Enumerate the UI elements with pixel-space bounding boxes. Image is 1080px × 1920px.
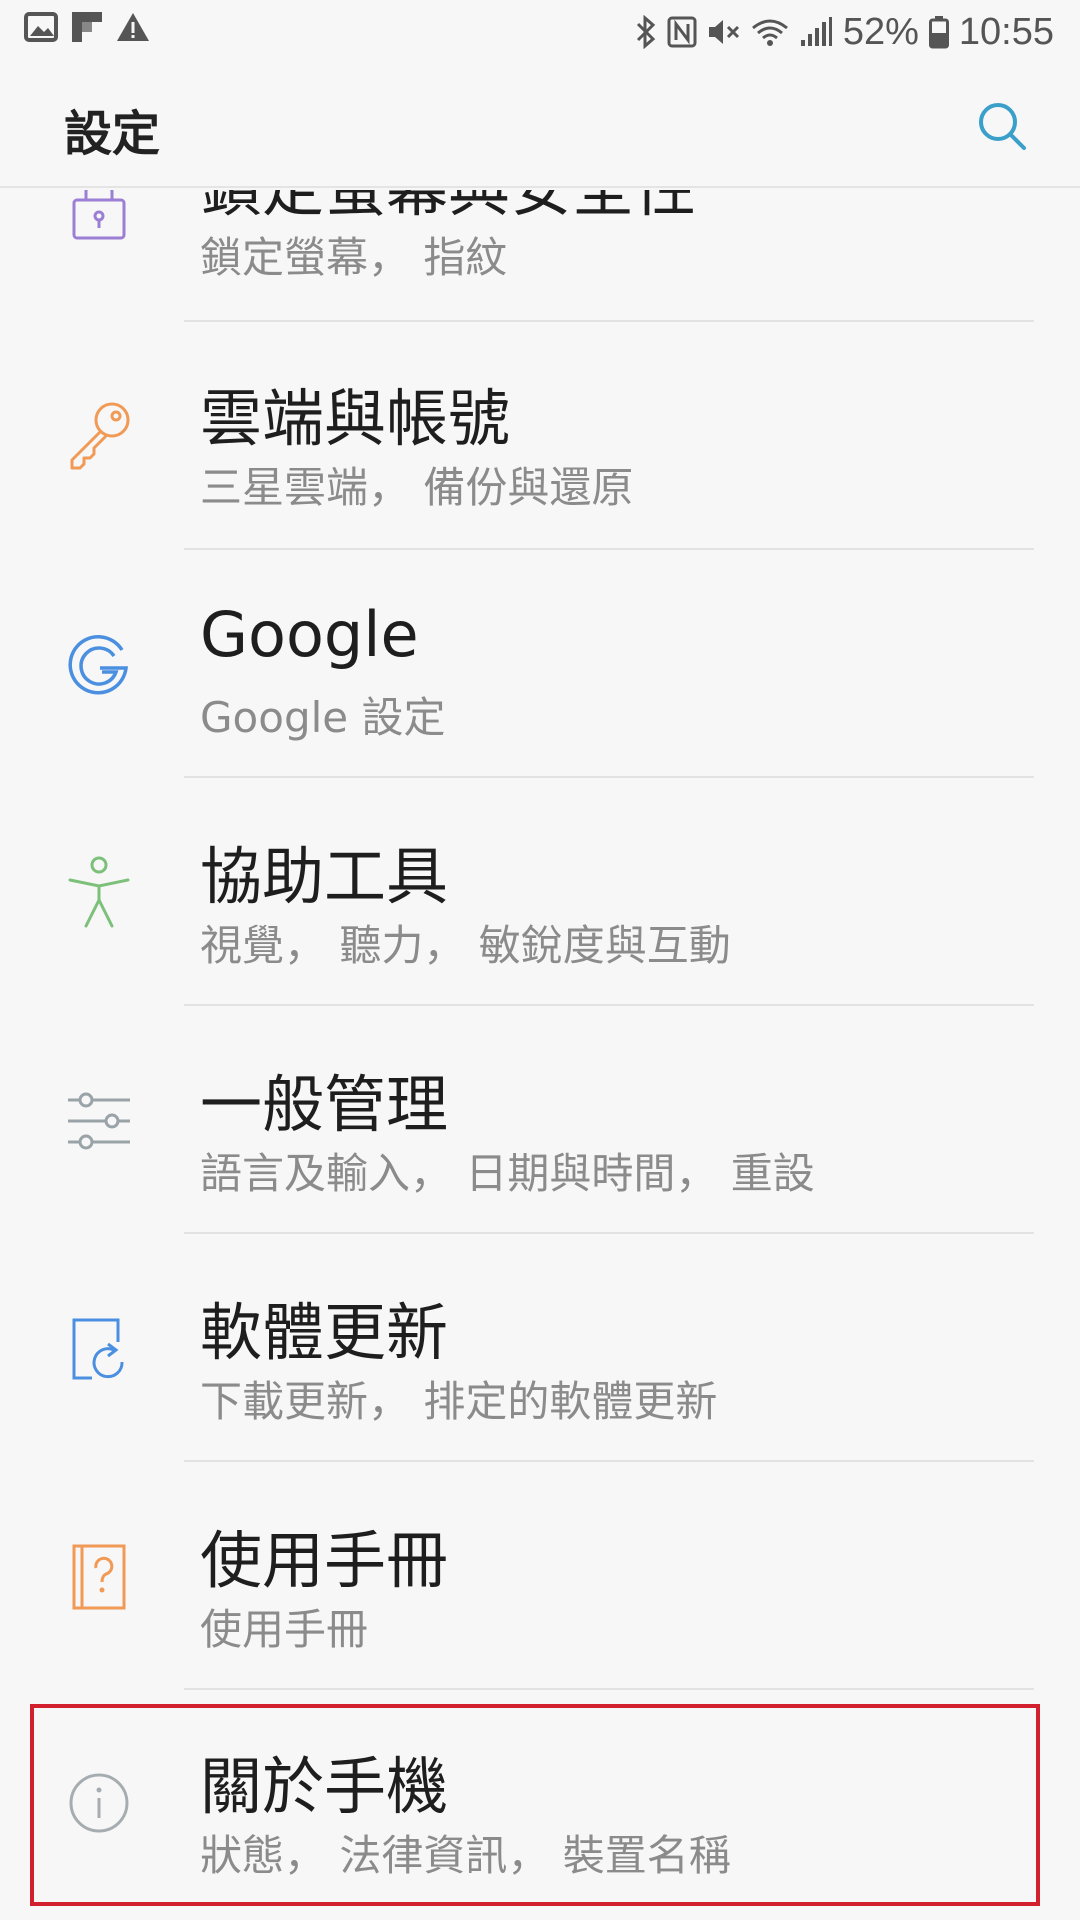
status-bar: 52% 10:55 xyxy=(0,0,1080,64)
google-icon xyxy=(62,628,136,702)
battery-icon xyxy=(928,15,949,49)
item-title: 關於手機 xyxy=(200,1750,449,1823)
item-subtitle: 語言及輸入， 日期與時間， 重設 xyxy=(200,1149,815,1198)
item-subtitle: 下載更新， 排定的軟體更新 xyxy=(200,1377,718,1426)
list-item-accessibility[interactable]: 協助工具 視覺， 聽力， 敏銳度與互動 xyxy=(0,778,1080,1006)
item-subtitle: 使用手冊 xyxy=(200,1605,369,1654)
item-title: 軟體更新 xyxy=(200,1296,449,1369)
manual-icon xyxy=(62,1540,136,1614)
sliders-icon xyxy=(62,1084,136,1158)
item-subtitle: 三星雲端， 備份與還原 xyxy=(200,463,634,512)
item-title: Google xyxy=(200,598,419,671)
list-item-google[interactable]: Google Google 設定 xyxy=(0,550,1080,778)
clock: 10:55 xyxy=(958,10,1054,53)
item-subtitle: 鎖定螢幕， 指紋 xyxy=(200,233,508,282)
app-header: 設定 xyxy=(0,64,1080,188)
item-subtitle: 狀態， 法律資訊， 裝置名稱 xyxy=(200,1831,731,1880)
item-title: 雲端與帳號 xyxy=(200,382,511,455)
settings-list: 鎖定螢幕與安全性 鎖定螢幕， 指紋 雲端與帳號 三星雲端， 備份與還原 Goog… xyxy=(0,190,1080,1920)
item-title: 使用手冊 xyxy=(200,1524,449,1597)
item-subtitle: 視覺， 聽力， 敏銳度與互動 xyxy=(200,921,731,970)
lock-icon xyxy=(62,190,136,240)
item-subtitle: Google 設定 xyxy=(200,693,446,742)
wifi-icon xyxy=(751,16,789,48)
search-button[interactable] xyxy=(972,94,1036,158)
page-title: 設定 xyxy=(64,106,161,162)
bluetooth-icon xyxy=(635,15,657,49)
info-icon xyxy=(62,1766,136,1840)
accessibility-icon xyxy=(62,856,136,930)
list-item-lock-screen[interactable]: 鎖定螢幕與安全性 鎖定螢幕， 指紋 xyxy=(0,190,1080,322)
item-title: 鎖定螢幕與安全性 xyxy=(200,190,696,228)
search-icon xyxy=(972,103,1036,162)
flipboard-icon xyxy=(72,12,102,42)
item-title: 一般管理 xyxy=(200,1068,449,1141)
list-item-cloud-accounts[interactable]: 雲端與帳號 三星雲端， 備份與還原 xyxy=(0,322,1080,550)
image-icon xyxy=(24,12,58,42)
signal-icon xyxy=(799,16,833,48)
list-item-about-phone[interactable]: 關於手機 狀態， 法律資訊， 裝置名稱 xyxy=(0,1690,1080,1918)
key-icon xyxy=(62,396,136,470)
update-icon xyxy=(62,1312,136,1386)
list-item-user-manual[interactable]: 使用手冊 使用手冊 xyxy=(0,1462,1080,1690)
list-item-software-update[interactable]: 軟體更新 下載更新， 排定的軟體更新 xyxy=(0,1234,1080,1462)
list-item-general-management[interactable]: 一般管理 語言及輸入， 日期與時間， 重設 xyxy=(0,1006,1080,1234)
item-title: 協助工具 xyxy=(200,840,449,913)
mute-icon xyxy=(707,16,741,48)
battery-percent: 52% xyxy=(842,10,919,53)
nfc-icon xyxy=(667,16,697,48)
warning-icon xyxy=(116,12,150,42)
